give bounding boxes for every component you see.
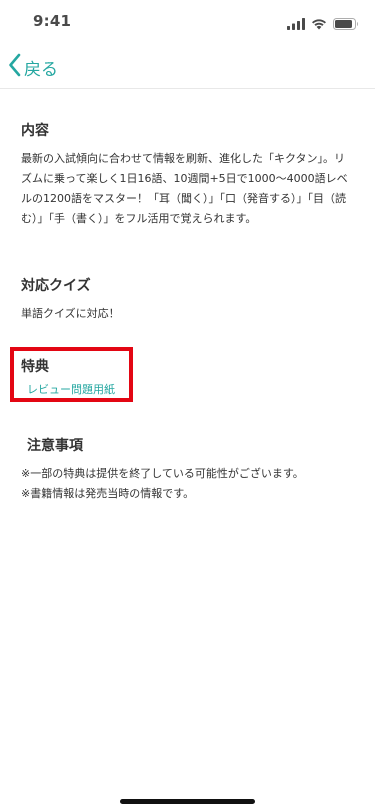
status-time: 9:41 bbox=[33, 12, 72, 30]
status-icons bbox=[287, 15, 359, 34]
notes-line: ※一部の特典は提供を終了している可能性がございます。 bbox=[21, 467, 304, 480]
quiz-section: 対応クイズ 単語クイズに対応！ bbox=[21, 275, 356, 324]
quiz-heading: 対応クイズ bbox=[21, 278, 91, 294]
back-label: 戻る bbox=[24, 59, 58, 80]
status-bar: 9:41 bbox=[0, 0, 375, 44]
notes-line: ※書籍情報は発売当時の情報です。 bbox=[21, 487, 195, 500]
notes-heading: 注意事項 bbox=[27, 438, 83, 454]
content-description: 最新の入試傾向に合わせて情報を刷新、進化した「キクタン」。リズムに乗って楽しく1… bbox=[21, 152, 348, 225]
benefit-section-highlight: 特典 レビュー問題用紙 bbox=[10, 347, 133, 402]
cellular-signal-icon bbox=[287, 15, 305, 34]
navigation-bar: 戻る bbox=[0, 44, 375, 89]
battery-icon bbox=[333, 15, 359, 34]
notes-section: 注意事項 ※一部の特典は提供を終了している可能性がございます。 ※書籍情報は発売… bbox=[21, 435, 356, 504]
content-heading: 内容 bbox=[21, 123, 49, 139]
content-section: 内容 最新の入試傾向に合わせて情報を刷新、進化した「キクタン」。リズムに乗って楽… bbox=[21, 120, 356, 229]
home-indicator bbox=[120, 799, 255, 804]
benefit-heading: 特典 bbox=[21, 359, 49, 375]
quiz-description: 単語クイズに対応！ bbox=[21, 307, 120, 320]
wifi-icon bbox=[311, 15, 327, 34]
back-button[interactable]: 戻る bbox=[8, 53, 58, 81]
review-worksheet-link[interactable]: レビュー問題用紙 bbox=[27, 381, 115, 397]
chevron-left-icon bbox=[8, 53, 22, 81]
